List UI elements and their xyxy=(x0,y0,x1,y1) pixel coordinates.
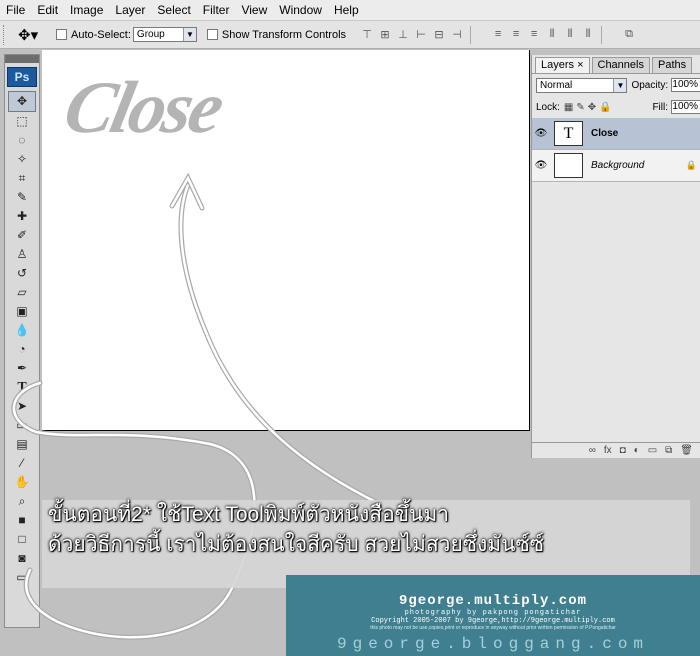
watermark-copyright: Copyright 2005-2007 by 9george,http://9g… xyxy=(371,617,615,625)
instruction-line-1: ขั้นตอนที่2* ใช้Text Toolพิมพ์ตัวหนังสือ… xyxy=(48,503,450,526)
watermark-banner: 9george.multiply.com photography by pakp… xyxy=(286,575,700,656)
watermark-credit: photography by pakpong pongatichar xyxy=(404,609,582,617)
instruction-line-2: ด้วยวิธีการนี้ เราไม่ต้องสนใจสีครับ สวยไ… xyxy=(48,533,544,556)
watermark-notice: this photo may not be use,copies,print o… xyxy=(370,625,616,631)
watermark-blog: 9george.bloggang.com xyxy=(336,635,650,653)
watermark-site: 9george.multiply.com xyxy=(398,593,588,609)
